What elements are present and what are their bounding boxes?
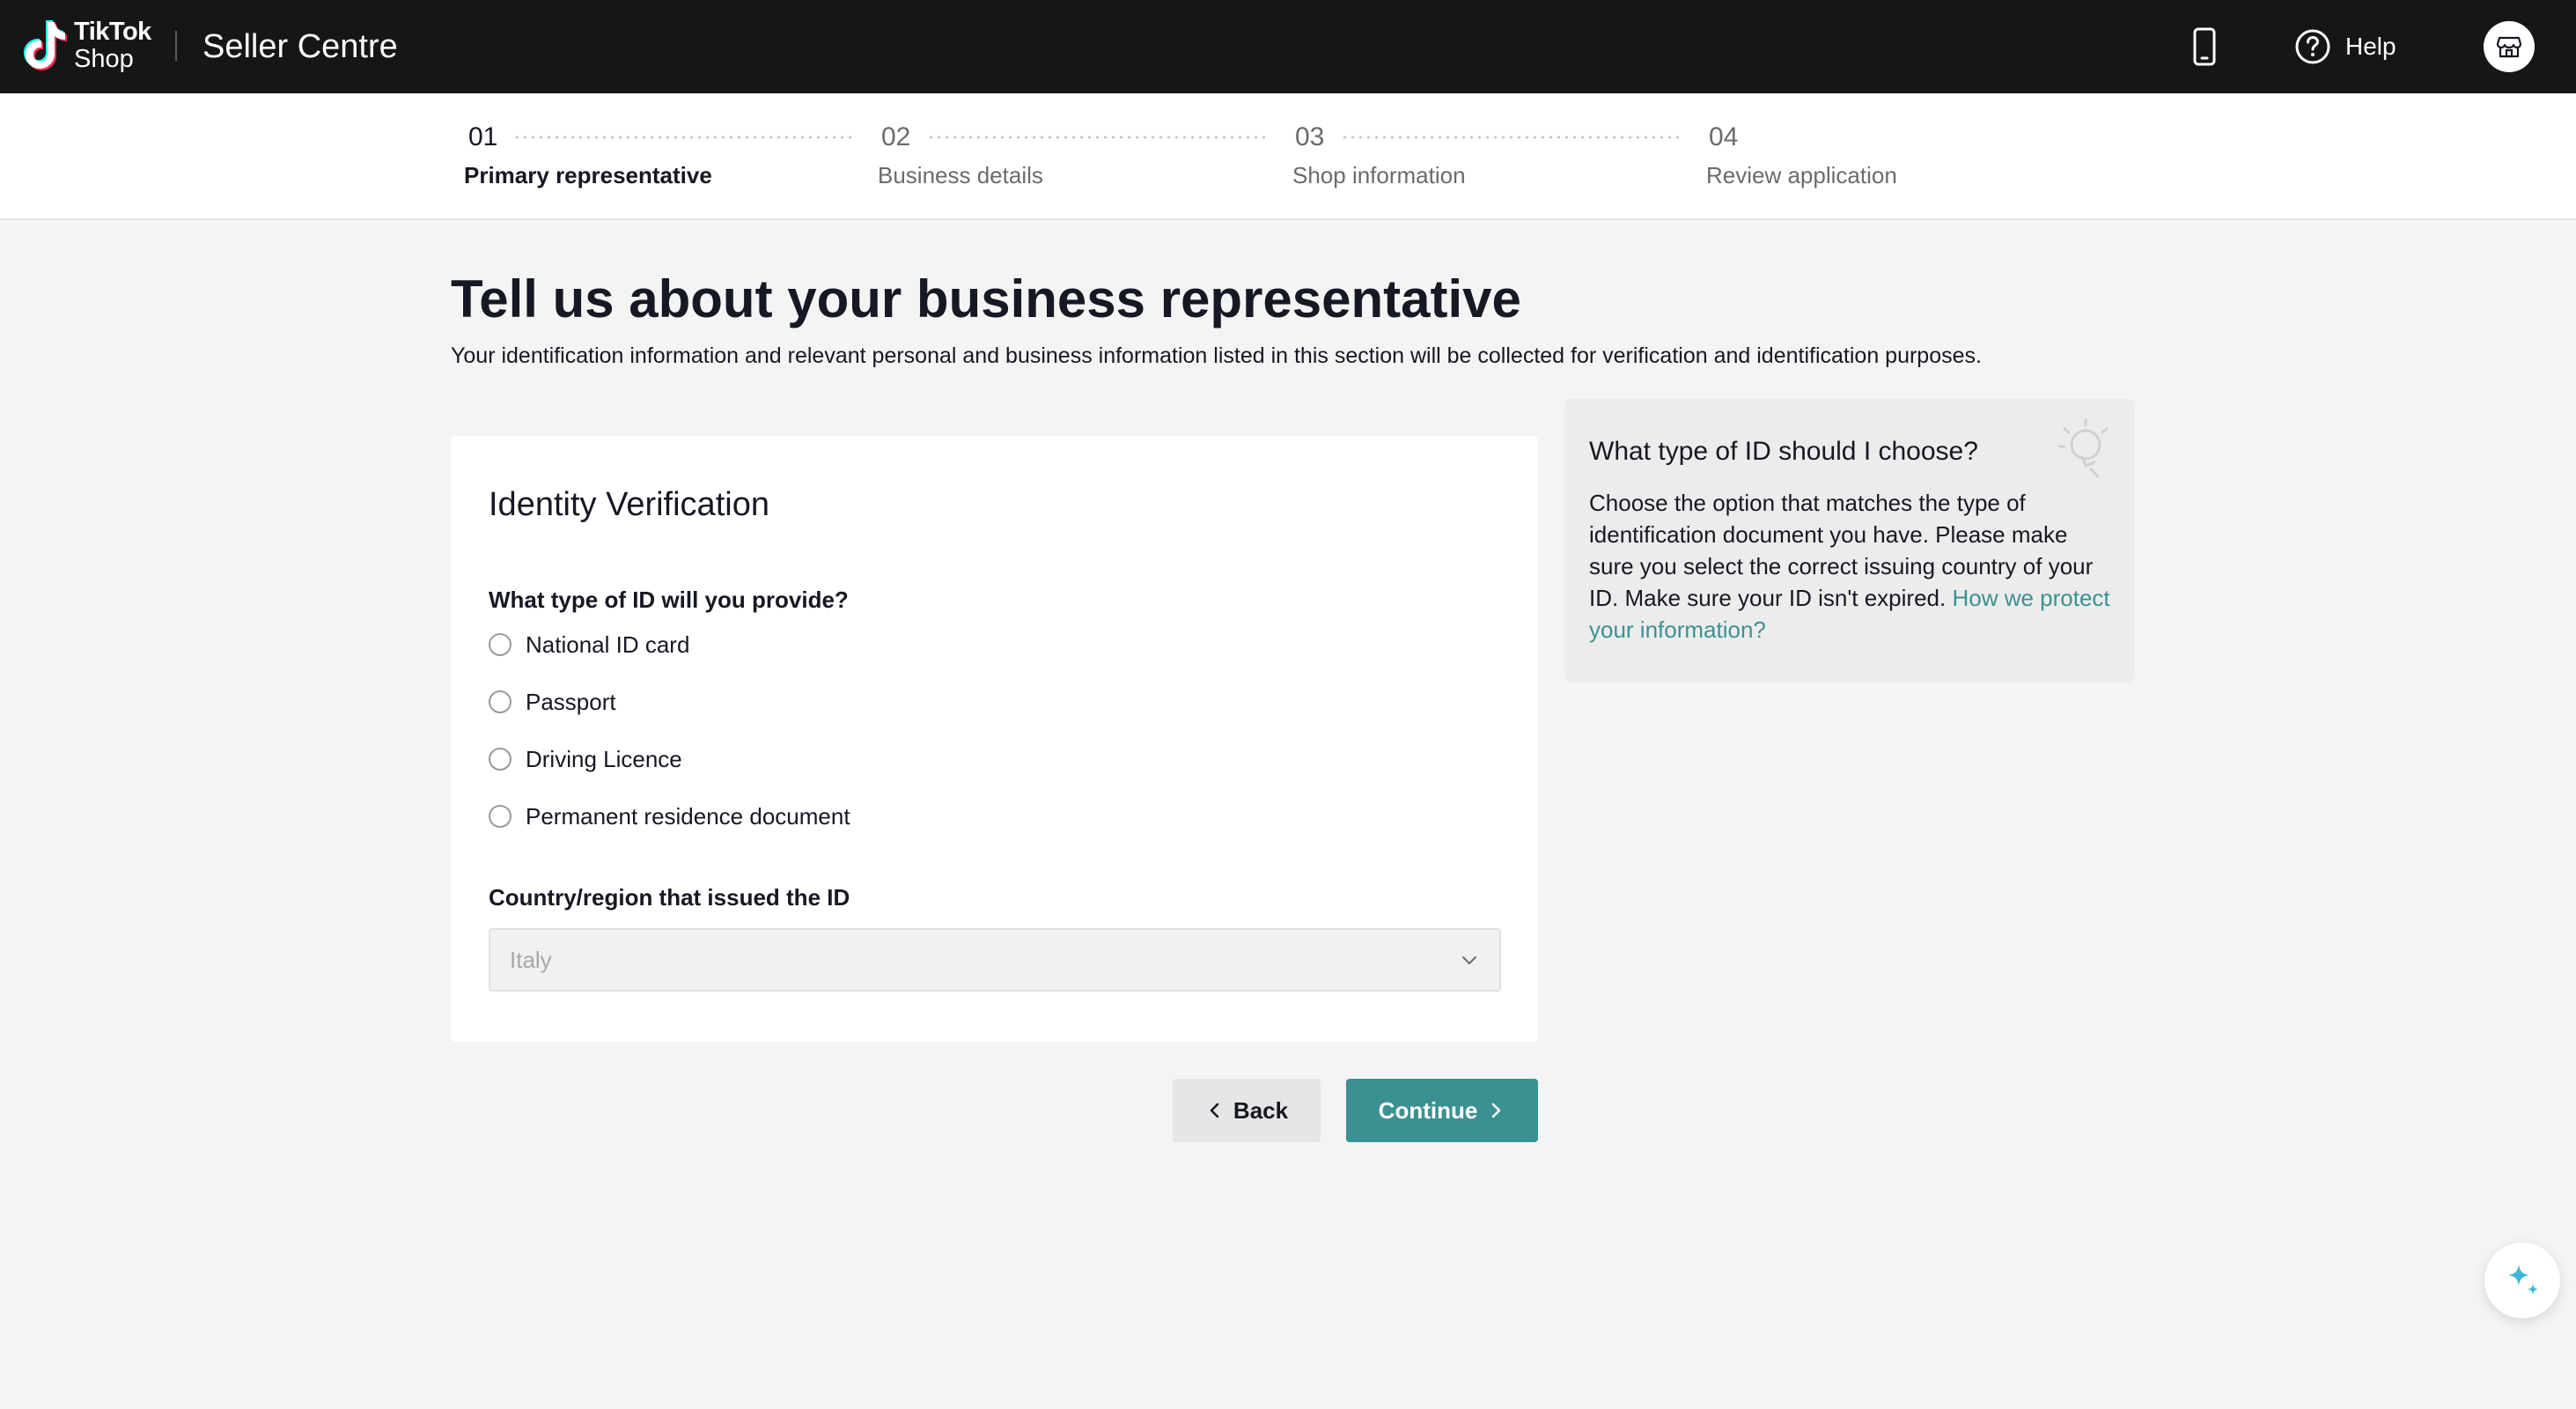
- radio-label: Driving Licence: [526, 745, 682, 772]
- step-review-application: 04 Review application: [1706, 120, 1897, 190]
- step-connector: [927, 136, 1266, 139]
- step-connector: [513, 136, 852, 139]
- radio-permanent-residence-document[interactable]: Permanent residence document: [489, 799, 850, 834]
- identity-verification-card: Identity Verification What type of ID wi…: [451, 436, 1538, 1042]
- store-icon: [2496, 36, 2522, 58]
- country-label: Country/region that issued the ID: [489, 884, 850, 911]
- mobile-phone-icon[interactable]: [2187, 26, 2222, 67]
- back-button[interactable]: Back: [1173, 1079, 1321, 1142]
- brand-wordmark: TikTok Shop: [74, 19, 151, 72]
- step-business-details: 02 Business details: [878, 120, 1043, 190]
- continue-label: Continue: [1378, 1096, 1478, 1124]
- brand-logo[interactable]: TikTok Shop: [21, 18, 151, 74]
- lightbulb-icon: [2057, 418, 2109, 478]
- country-value: Italy: [510, 946, 552, 973]
- radio-label: National ID card: [526, 631, 690, 658]
- chevron-down-icon: [1462, 956, 1476, 964]
- step-primary-representative: 01 Primary representative: [464, 120, 712, 190]
- radio-button[interactable]: [489, 805, 512, 828]
- tiktok-logo-icon: [24, 20, 67, 70]
- country-select[interactable]: Italy: [489, 928, 1501, 992]
- radio-label: Permanent residence document: [526, 802, 850, 830]
- brand-line-2: Shop: [74, 45, 134, 73]
- radio-button[interactable]: [489, 690, 512, 713]
- page-title: Tell us about your business representati…: [451, 269, 1521, 328]
- page-description: Your identification information and rele…: [451, 343, 1982, 368]
- help-button[interactable]: Help: [2294, 26, 2396, 68]
- brand-line-1: TikTok: [74, 18, 151, 46]
- step-label: Business details: [878, 162, 1043, 188]
- chevron-right-icon: [1492, 1103, 1501, 1118]
- store-avatar-button[interactable]: [2484, 21, 2535, 72]
- brand-divider: [175, 31, 177, 61]
- question-circle-icon: [2295, 29, 2330, 64]
- continue-button[interactable]: Continue: [1346, 1079, 1538, 1142]
- radio-national-id-card[interactable]: National ID card: [489, 627, 689, 662]
- help-label: Help: [2345, 33, 2396, 60]
- tip-title: What type of ID should I choose?: [1589, 437, 1978, 466]
- step-shop-information: 03 Shop information: [1292, 120, 1466, 190]
- radio-button[interactable]: [489, 748, 512, 771]
- step-label: Primary representative: [464, 162, 712, 188]
- back-label: Back: [1233, 1096, 1289, 1124]
- card-title: Identity Verification: [489, 486, 769, 523]
- chevron-left-icon: [1210, 1103, 1219, 1118]
- id-type-question: What type of ID will you provide?: [489, 586, 849, 613]
- radio-driving-licence[interactable]: Driving Licence: [489, 741, 682, 777]
- radio-button[interactable]: [489, 633, 512, 656]
- step-label: Review application: [1706, 162, 1897, 188]
- progress-stepper: 01 Primary representative 02 Business de…: [0, 93, 2576, 220]
- top-bar: TikTok Shop Seller Centre Help: [0, 0, 2576, 93]
- radio-label: Passport: [526, 688, 616, 715]
- step-label: Shop information: [1292, 162, 1466, 188]
- sparkle-icon: [2508, 1265, 2538, 1295]
- tip-body: Choose the option that matches the type …: [1589, 487, 2117, 645]
- step-connector: [1341, 136, 1680, 139]
- step-number: 04: [1709, 122, 1739, 151]
- ai-assistant-button[interactable]: [2484, 1243, 2560, 1318]
- radio-passport[interactable]: Passport: [489, 684, 616, 719]
- app-title: Seller Centre: [202, 28, 398, 65]
- id-help-panel: What type of ID should I choose? Choose …: [1564, 399, 2135, 682]
